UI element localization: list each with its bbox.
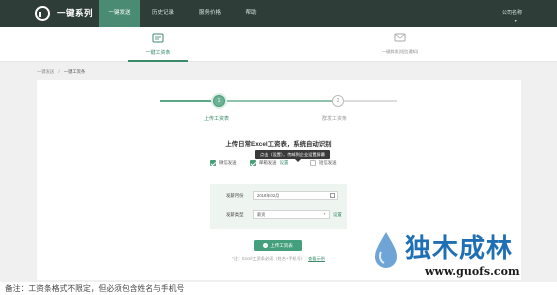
view-example-link[interactable]: 查看示例 <box>308 256 325 261</box>
payroll-form: 发薪月份 2018年02月 发薪类型 薪资 ▼ 设置 <box>210 184 347 229</box>
sms-icon <box>394 33 406 43</box>
top-navbar: 一键系列 一键发送 历史记录 服务价格 帮助 公司名称 ▼ <box>0 0 557 27</box>
month-value: 2018年02月 <box>257 193 280 198</box>
chevron-down-icon: ▼ <box>323 212 326 216</box>
breadcrumb-separator: / <box>58 69 60 74</box>
hint-text: *注：Excel工资条必须（姓名+手机号） <box>232 256 306 261</box>
payslip-icon <box>152 33 164 43</box>
sms-checkbox[interactable]: 短信发送 <box>310 160 337 168</box>
checkbox-checked-icon <box>250 160 256 166</box>
tab-sms-label: 一键群发(短信通知) <box>381 49 419 54</box>
upload-payslip-button[interactable]: ↑ 上传工资表 <box>254 240 302 251</box>
breadcrumb: 一键发送 / 一键工资条 <box>37 69 85 75</box>
breadcrumb-current: 一键工资条 <box>63 69 86 74</box>
email-checkbox[interactable]: 邮箱发送 设置 <box>250 160 288 168</box>
mode-tabs: 一键工资条 一键群发(短信通知) <box>0 27 557 62</box>
logo-icon <box>35 6 50 21</box>
tab-payslip[interactable]: 一键工资条 <box>88 30 228 56</box>
step-2-label: 群发工资条 <box>322 116 348 122</box>
step-line-middle <box>225 100 332 102</box>
watermark-url: www.guofs.com <box>425 265 520 278</box>
checkbox-unchecked-icon <box>310 160 316 166</box>
type-select[interactable]: 薪资 ▼ <box>253 210 330 219</box>
page-headline: 上传日常Excel工资表，系统自动识别 <box>225 141 332 148</box>
step-line-left <box>160 100 213 102</box>
watermark-drop-icon <box>375 232 397 268</box>
nav-item-history[interactable]: 历史记录 <box>140 0 186 27</box>
upload-button-label: 上传工资表 <box>270 243 293 248</box>
month-input[interactable]: 2018年02月 <box>253 191 338 200</box>
step-2-circle: 2 <box>332 95 344 107</box>
type-value: 薪资 <box>257 212 266 217</box>
type-label: 发薪类型 <box>226 212 244 217</box>
calendar-icon <box>330 193 335 198</box>
email-label: 邮箱发送 <box>259 160 277 166</box>
checkbox-checked-icon <box>210 160 216 166</box>
bottom-note: 备注：工资条格式不限定，但必须包含姓名与手机号 <box>5 284 185 293</box>
email-settings-tooltip: 点击（设置），传邮到企业设置屏幕 <box>255 150 330 162</box>
tab-payslip-label: 一键工资条 <box>145 50 171 56</box>
nav-item-send[interactable]: 一键发送 <box>99 0 140 27</box>
step-line-right <box>344 100 397 102</box>
wechat-checkbox[interactable]: 微信发送 <box>210 160 237 168</box>
breadcrumb-root[interactable]: 一键发送 <box>37 69 54 74</box>
step-1-label: 上传工资表 <box>204 116 230 122</box>
step-1-circle: 1 <box>213 95 225 107</box>
chevron-down-icon[interactable]: ▼ <box>514 19 517 23</box>
company-name[interactable]: 公司名称 <box>502 9 522 16</box>
sms-label: 短信发送 <box>319 160 337 166</box>
month-label: 发薪月份 <box>226 193 244 198</box>
type-settings-link[interactable]: 设置 <box>333 212 342 218</box>
nav-item-help[interactable]: 帮助 <box>234 0 268 27</box>
upload-icon: ↑ <box>263 242 269 248</box>
tab-sms[interactable]: 一键群发(短信通知) <box>330 30 470 55</box>
email-settings-link[interactable]: 设置 <box>280 160 289 165</box>
brand-title: 一键系列 <box>57 8 94 18</box>
wechat-label: 微信发送 <box>219 160 237 166</box>
nav-item-pricing[interactable]: 服务价格 <box>186 0 234 27</box>
watermark-title: 独木成林 <box>405 234 514 264</box>
